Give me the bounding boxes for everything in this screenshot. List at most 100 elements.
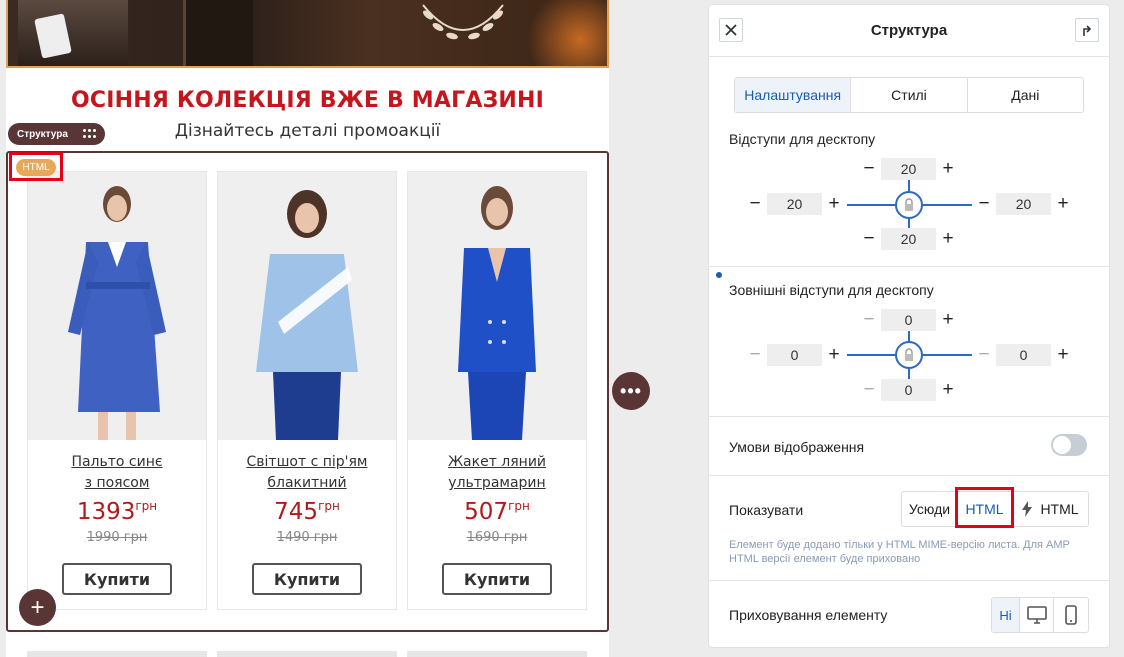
margin-left-stepper[interactable]: − 0 + [743,343,846,367]
product-card[interactable]: Світшот с пір'ям блакитний 745грн 1490 гр… [217,171,397,610]
product-photo-sweatshirt [218,172,396,440]
tab-styles[interactable]: Стилі [851,78,968,112]
increment-button[interactable]: + [936,378,960,402]
display-conditions-toggle[interactable] [1051,434,1087,456]
decrement-button[interactable]: − [743,343,767,367]
buy-button[interactable]: Купити [442,563,552,595]
show-note: Елемент буде додано тільки у HTML MIME-в… [729,539,1070,565]
product-price: 1393грн [76,499,158,525]
plus-icon: + [30,593,45,621]
margin-lock-button[interactable] [895,341,923,369]
buy-button[interactable]: Купити [62,563,172,595]
panel-title: Структура [870,22,948,39]
structure-pill-label: Структура [17,128,68,140]
margin-right-value[interactable]: 0 [996,344,1051,366]
padding-right-value[interactable]: 20 [996,193,1051,215]
hide-mobile-option[interactable] [1054,598,1088,632]
margin-top-value[interactable]: 0 [881,309,936,331]
structure-pill[interactable]: Структура [8,123,105,145]
tab-data[interactable]: Дані [968,78,1083,112]
hide-none-option[interactable]: Ні [992,598,1020,632]
buy-button[interactable]: Купити [252,563,362,595]
padding-bottom-stepper[interactable]: − 20 + [857,227,960,251]
panel-tabs: Налаштування Стилі Дані [734,77,1084,113]
increment-button[interactable]: + [822,343,846,367]
email-canvas: ОСІННЯ КОЛЕКЦІЯ ВЖЕ В МАГАЗИНІ Дізнайтес… [6,0,609,657]
product-price: 507грн [464,499,530,525]
padding-top-stepper[interactable]: − 20 + [857,157,960,181]
section-marker-dot [716,272,722,278]
hide-desktop-option[interactable] [1020,598,1054,632]
display-conditions-label: Умови відображення [729,439,865,455]
divider [709,475,1109,476]
increment-button[interactable]: + [1051,192,1075,216]
product-card[interactable]: Жакет ляний ультрамарин 507грн 1690 грн К… [407,171,587,610]
promo-banner-image[interactable] [6,0,609,68]
product-old-price: 1690 грн [466,530,528,545]
increment-button[interactable]: + [936,157,960,181]
show-label: Показувати [729,502,804,518]
wreath-decoration [422,4,504,40]
divider [709,580,1109,581]
tab-settings[interactable]: Налаштування [735,78,852,112]
padding-top-value[interactable]: 20 [881,158,936,180]
banner-person [18,0,128,66]
margin-bottom-stepper[interactable]: − 0 + [857,378,960,402]
padding-bottom-value[interactable]: 20 [881,228,936,250]
padding-left-value[interactable]: 20 [767,193,822,215]
html-option-highlight [955,487,1014,528]
product-price: 745грн [274,499,340,525]
banner-door [183,0,253,66]
show-option-everywhere[interactable]: Усюди [902,492,958,526]
increment-button[interactable]: + [936,308,960,332]
margin-top-stepper[interactable]: − 0 + [857,308,960,332]
collapse-button[interactable] [1075,18,1099,42]
collapse-arrow-icon [1083,25,1092,36]
divider [709,416,1109,417]
html-badge-highlight: HTML [9,152,63,181]
banner-glow [517,0,607,66]
amp-html-label: HTML [1040,501,1079,517]
decrement-button[interactable]: − [857,308,881,332]
panel-header: Структура [709,5,1109,57]
decrement-button[interactable]: − [743,192,767,216]
add-block-button[interactable]: + [19,589,56,626]
desktop-icon [1026,606,1047,624]
product-name[interactable]: Світшот с пір'ям блакитний [218,452,396,494]
product-old-price: 1990 грн [86,530,148,545]
increment-button[interactable]: + [822,192,846,216]
margin-right-stepper[interactable]: − 0 + [972,343,1075,367]
product-card[interactable]: Пальто синє з поясом 1393грн 1990 грн Куп… [27,171,207,610]
html-badge[interactable]: HTML [16,159,56,176]
padding-lock-button[interactable] [895,191,923,219]
show-option-amp-html[interactable]: HTML [1012,492,1088,526]
hide-device-control: Ні [991,597,1089,633]
increment-button[interactable]: + [1051,343,1075,367]
decrement-button[interactable]: − [857,378,881,402]
hide-element-label: Приховування елементу [729,607,888,623]
drag-dots-icon[interactable] [83,129,97,139]
padding-left-stepper[interactable]: − 20 + [743,192,846,216]
product-photo-coat [28,172,206,440]
margin-bottom-value[interactable]: 0 [881,379,936,401]
padding-label: Відступи для десктопу [729,131,876,147]
lock-icon [905,198,913,211]
decrement-button[interactable]: − [857,227,881,251]
margin-label: Зовнішні відступи для десктопу [729,282,934,298]
decrement-button[interactable]: − [972,343,996,367]
increment-button[interactable]: + [936,227,960,251]
product-name[interactable]: Жакет ляний ультрамарин [408,452,586,494]
padding-right-stepper[interactable]: − 20 + [972,192,1075,216]
divider [709,266,1109,267]
product-photo-jacket [408,172,586,440]
margin-left-value[interactable]: 0 [767,344,822,366]
promo-title[interactable]: ОСІННЯ КОЛЕКЦІЯ ВЖЕ В МАГАЗИНІ [6,88,609,113]
more-options-button[interactable]: ••• [612,372,650,410]
decrement-button[interactable]: − [972,192,996,216]
product-old-price: 1490 грн [276,530,338,545]
lock-icon [905,348,913,361]
decrement-button[interactable]: − [857,157,881,181]
ellipsis-icon: ••• [620,380,642,401]
product-name[interactable]: Пальто синє з поясом [28,452,206,494]
lightning-icon [1022,501,1033,517]
